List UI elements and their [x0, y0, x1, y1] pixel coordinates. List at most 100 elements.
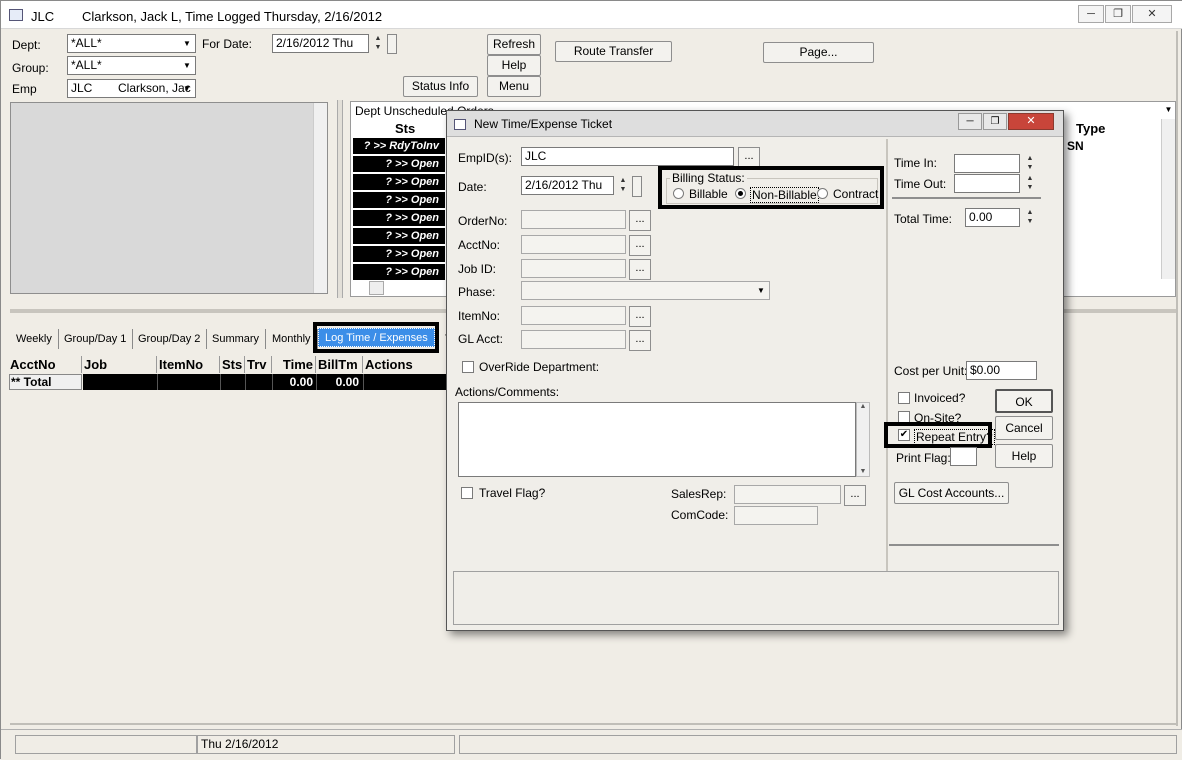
repeat-entry-label[interactable]: Repeat Entry? [914, 429, 995, 445]
tab-monthly[interactable]: Monthly [266, 329, 318, 349]
gl-cost-accounts-button[interactable]: GL Cost Accounts... [894, 482, 1009, 504]
date-picker-button[interactable] [632, 176, 642, 197]
override-dept-label[interactable]: OverRide Department: [479, 360, 599, 374]
total-time-spinner[interactable]: ▲ ▼ [1024, 208, 1036, 228]
orders-hscroll-thumb[interactable] [369, 281, 384, 295]
billable-label[interactable]: Billable [689, 187, 728, 201]
tab-weekly[interactable]: Weekly [10, 329, 59, 349]
order-status-row[interactable]: ? >> Open [353, 246, 445, 262]
chevron-down-icon[interactable]: ▼ [754, 283, 768, 298]
date-spinner[interactable]: ▲ ▼ [617, 176, 629, 196]
help-button[interactable]: Help [487, 55, 541, 76]
cancel-button[interactable]: Cancel [995, 416, 1053, 440]
glacct-lookup-button[interactable]: ... [629, 330, 651, 351]
dialog-minimize-icon[interactable]: ─ [958, 113, 982, 130]
acctno-input[interactable] [521, 235, 626, 254]
override-dept-checkbox[interactable] [462, 361, 474, 373]
tab-group-day-2[interactable]: Group/Day 2 [132, 329, 208, 349]
app-icon [9, 9, 23, 21]
non-billable-label[interactable]: Non-Billable [750, 187, 819, 203]
invoiced-label[interactable]: Invoiced? [914, 391, 965, 405]
comments-scrollbar[interactable]: ▲ ▼ [856, 402, 870, 477]
print-flag-input[interactable] [950, 447, 977, 466]
travel-flag-checkbox[interactable] [461, 487, 473, 499]
for-date-input[interactable]: 2/16/2012 Thu [272, 34, 369, 53]
col-trv: Trv [246, 356, 272, 373]
ok-button[interactable]: OK [995, 389, 1053, 413]
dialog-column-divider [886, 139, 888, 571]
order-status-row[interactable]: ? >> Open [353, 192, 445, 208]
minimize-icon[interactable]: ─ [1078, 5, 1104, 23]
restore-icon[interactable]: ❐ [1105, 5, 1131, 23]
orderno-lookup-button[interactable]: ... [629, 210, 651, 231]
col-actions: Actions [365, 357, 413, 372]
glacct-input[interactable] [521, 330, 626, 349]
phase-select[interactable]: ▼ [521, 281, 770, 300]
order-status-row[interactable]: ? >> RdyToInv [353, 138, 445, 154]
left-panel-scrollbar[interactable] [313, 103, 327, 293]
order-status-row[interactable]: ? >> Open [353, 228, 445, 244]
dialog-message-area [453, 571, 1059, 625]
jobid-input[interactable] [521, 259, 626, 278]
tab-group-day-1[interactable]: Group/Day 1 [58, 329, 134, 349]
time-out-input[interactable] [954, 174, 1020, 193]
invoiced-checkbox[interactable] [898, 392, 910, 404]
dialog-close-icon[interactable]: ✕ [1008, 113, 1054, 130]
left-preview-panel [10, 102, 328, 294]
orders-dropdown-icon[interactable]: ▼ [1162, 103, 1175, 117]
empids-lookup-button[interactable]: ... [738, 147, 760, 168]
emp-select[interactable]: JLC Clarkson, Jac ▼ [67, 79, 196, 98]
chevron-down-icon[interactable]: ▼ [180, 81, 194, 96]
refresh-button[interactable]: Refresh [487, 34, 541, 55]
group-select[interactable]: *ALL* ▼ [67, 56, 196, 75]
right-divider [1176, 31, 1178, 726]
actions-comments-textarea[interactable] [458, 402, 856, 477]
orderno-input[interactable] [521, 210, 626, 229]
dialog-app-icon [454, 119, 466, 130]
tab-summary[interactable]: Summary [206, 329, 267, 349]
page-button[interactable]: Page... [763, 42, 874, 63]
jobid-lookup-button[interactable]: ... [629, 259, 651, 280]
order-status-row[interactable]: ? >> Open [353, 210, 445, 226]
total-time-input[interactable]: 0.00 [965, 208, 1020, 227]
time-in-spinner[interactable]: ▲ ▼ [1024, 154, 1036, 174]
phase-label: Phase: [458, 285, 496, 299]
dialog-title-bar[interactable]: New Time/Expense Ticket ─ ❐ ✕ [447, 111, 1063, 137]
non-billable-radio[interactable] [735, 188, 746, 199]
close-icon[interactable]: ✕ [1132, 5, 1172, 23]
dept-label: Dept: [12, 38, 41, 52]
cost-per-unit-input[interactable]: $0.00 [966, 361, 1037, 380]
time-out-spinner[interactable]: ▲ ▼ [1024, 174, 1036, 194]
orders-scrollbar[interactable] [1161, 119, 1175, 279]
billable-radio[interactable] [673, 188, 684, 199]
dialog-restore-icon[interactable]: ❐ [983, 113, 1007, 130]
repeat-entry-checkbox[interactable]: ✔ [898, 429, 910, 441]
order-status-row[interactable]: ? >> Open [353, 156, 445, 172]
status-info-button[interactable]: Status Info [403, 76, 478, 97]
order-status-row[interactable]: ? >> Open [353, 174, 445, 190]
salesrep-lookup-button[interactable]: ... [844, 485, 866, 506]
contract-label[interactable]: Contract [833, 187, 878, 201]
empids-input[interactable]: JLC [521, 147, 734, 166]
order-status-row[interactable]: ? >> Open [353, 264, 445, 280]
time-in-input[interactable] [954, 154, 1020, 173]
itemno-input[interactable] [521, 306, 626, 325]
salesrep-input[interactable] [734, 485, 841, 504]
itemno-lookup-button[interactable]: ... [629, 306, 651, 327]
for-date-spinner[interactable]: ▲ ▼ [372, 34, 384, 54]
acctno-lookup-button[interactable]: ... [629, 235, 651, 256]
dialog-help-button[interactable]: Help [995, 444, 1053, 468]
menu-button[interactable]: Menu [487, 76, 541, 97]
contract-radio[interactable] [817, 188, 828, 199]
route-transfer-button[interactable]: Route Transfer [555, 41, 672, 62]
travel-flag-label[interactable]: Travel Flag? [479, 486, 545, 500]
date-input[interactable]: 2/16/2012 Thu [521, 176, 614, 195]
comcode-input[interactable] [734, 506, 818, 525]
for-date-picker[interactable] [387, 34, 397, 54]
dept-select[interactable]: *ALL* ▼ [67, 34, 196, 53]
for-date-label: For Date: [202, 37, 253, 51]
chevron-down-icon[interactable]: ▼ [180, 58, 194, 73]
chevron-down-icon[interactable]: ▼ [180, 36, 194, 51]
new-ticket-dialog: New Time/Expense Ticket ─ ❐ ✕ EmpID(s): … [446, 110, 1064, 631]
panel-splitter[interactable] [337, 100, 343, 298]
